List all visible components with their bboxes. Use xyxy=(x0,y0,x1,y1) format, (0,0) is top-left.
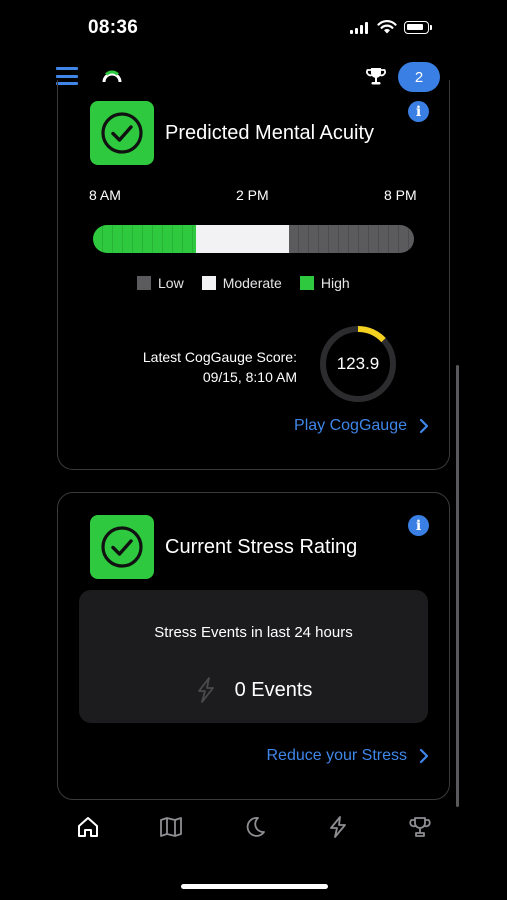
score-label-text: Latest CogGauge Score: xyxy=(142,349,297,365)
stress-check-icon xyxy=(90,515,154,579)
acuity-segment-high xyxy=(93,225,196,253)
wifi-icon xyxy=(377,20,397,34)
legend-label-moderate: Moderate xyxy=(222,275,282,291)
home-icon[interactable] xyxy=(76,815,100,839)
time-label-end: 8 PM xyxy=(384,187,417,203)
lightning-icon[interactable] xyxy=(326,815,350,839)
legend-item-low: Low xyxy=(137,275,184,291)
play-coggauge-link[interactable]: Play CogGauge xyxy=(294,417,429,435)
map-icon[interactable] xyxy=(159,815,183,839)
play-coggauge-label: Play CogGauge xyxy=(294,417,407,434)
legend-item-high: High xyxy=(299,275,350,291)
legend-item-moderate: Moderate xyxy=(201,275,282,291)
home-indicator[interactable] xyxy=(181,884,328,889)
time-label-mid: 2 PM xyxy=(236,187,269,203)
coggauge-score-label: Latest CogGauge Score: 09/15, 8:10 AM xyxy=(143,347,297,387)
stress-events-panel: Stress Events in last 24 hours 0 Events xyxy=(79,590,428,723)
stress-events-row: 0 Events xyxy=(79,677,428,703)
acuity-info-icon[interactable]: i xyxy=(408,101,429,122)
bottom-tab-bar xyxy=(0,815,507,855)
stress-info-icon[interactable]: i xyxy=(408,515,429,536)
acuity-timeline-bar xyxy=(93,225,414,253)
battery-icon xyxy=(404,21,432,34)
legend-swatch-low xyxy=(137,276,151,290)
stress-events-count: 0 Events xyxy=(234,678,313,701)
legend-swatch-moderate xyxy=(201,276,216,290)
legend-swatch-high xyxy=(299,276,314,290)
reduce-stress-label: Reduce your Stress xyxy=(266,747,407,764)
acuity-segment-moderate xyxy=(195,225,289,253)
scrollbar[interactable] xyxy=(456,365,459,807)
acuity-segment-low xyxy=(288,225,414,253)
reduce-stress-link[interactable]: Reduce your Stress xyxy=(266,747,429,765)
chevron-right-icon xyxy=(419,418,429,434)
stress-events-heading: Stress Events in last 24 hours xyxy=(154,624,353,641)
time-label-start: 8 AM xyxy=(89,187,121,203)
chevron-right-icon xyxy=(419,748,429,764)
acuity-check-icon xyxy=(90,101,154,165)
stress-title: Current Stress Rating xyxy=(165,536,358,558)
score-timestamp: 09/15, 8:10 AM xyxy=(202,369,297,385)
status-time: 08:36 xyxy=(88,17,139,38)
acuity-title: Predicted Mental Acuity xyxy=(165,122,374,144)
coggauge-score-value: 123.9 xyxy=(336,354,380,373)
acuity-legend: Low Moderate High xyxy=(137,275,368,291)
trophy-icon[interactable] xyxy=(408,815,432,839)
lightning-icon xyxy=(197,677,214,703)
cellular-signal-icon xyxy=(350,22,368,34)
legend-label-low: Low xyxy=(158,275,184,291)
legend-label-high: High xyxy=(320,275,350,291)
moon-icon[interactable] xyxy=(243,815,267,839)
